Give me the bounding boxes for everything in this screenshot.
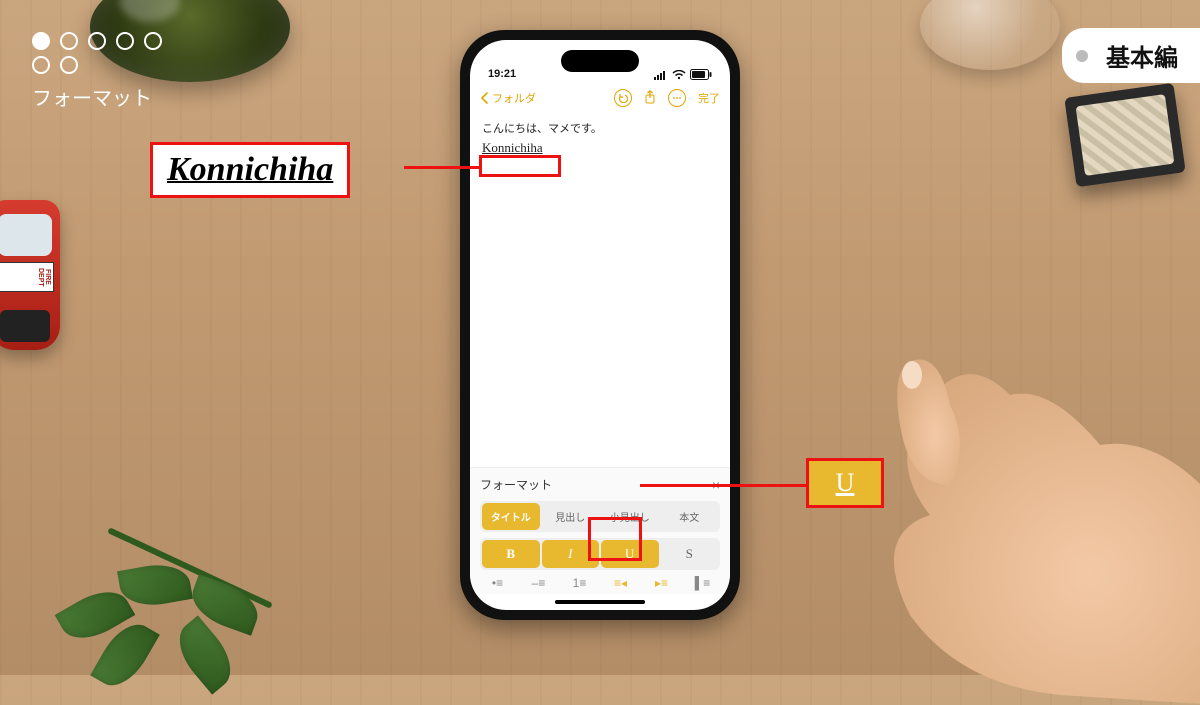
chapter-label: 基本編: [1106, 45, 1178, 72]
back-label: フォルダ: [492, 90, 536, 106]
strike-button[interactable]: S: [661, 540, 719, 568]
wifi-icon: [672, 70, 686, 80]
style-title-button[interactable]: タイトル: [482, 503, 540, 530]
list-alignment-row: •≡ –≡ 1≡ ≡◂ ▸≡ ▌≡: [480, 576, 720, 590]
battery-icon: [690, 69, 712, 80]
progress-indicator: フォーマット: [32, 32, 162, 111]
block-quote-button[interactable]: ▌≡: [685, 576, 720, 590]
progress-dot: [32, 56, 50, 74]
pill-bullet-icon: [1076, 50, 1088, 62]
progress-dot: [32, 32, 50, 50]
prop-toy-car: FIRE DEPT: [0, 200, 60, 350]
more-button[interactable]: [668, 89, 686, 107]
dashed-list-button[interactable]: –≡: [521, 576, 556, 590]
highlight-note-word: [479, 155, 561, 177]
note-formatted-word: Konnichiha: [482, 140, 543, 155]
chapter-pill: 基本編: [1062, 28, 1200, 83]
prop-leaves: [60, 525, 340, 685]
share-icon: [644, 90, 656, 104]
bulleted-list-button[interactable]: •≡: [480, 576, 515, 590]
callout-word-zoom: Konnichiha: [150, 142, 350, 198]
bold-button[interactable]: B: [482, 540, 540, 568]
highlight-underline-button: [588, 517, 642, 561]
note-line: こんにちは、マメです。: [482, 120, 718, 136]
connector-line: [640, 484, 810, 487]
back-button[interactable]: フォルダ: [480, 90, 536, 106]
undo-icon: [618, 93, 628, 103]
progress-dot: [60, 56, 78, 74]
toy-car-label: FIRE DEPT: [0, 262, 54, 292]
status-time: 19:21: [488, 68, 516, 80]
indent-left-button[interactable]: ≡◂: [603, 576, 638, 590]
connector-line: [404, 166, 479, 169]
progress-label: フォーマット: [32, 82, 162, 111]
indent-right-button[interactable]: ▸≡: [644, 576, 679, 590]
dynamic-island: [561, 50, 639, 72]
numbered-list-button[interactable]: 1≡: [562, 576, 597, 590]
format-title: フォーマット: [480, 476, 552, 493]
prop-stamp-pad: [1064, 83, 1185, 187]
notes-navbar: フォルダ 完了: [470, 82, 730, 114]
ellipsis-icon: [672, 93, 682, 103]
callout-underline-zoom: U: [806, 458, 884, 508]
style-body-button[interactable]: 本文: [661, 503, 719, 530]
undo-button[interactable]: [614, 89, 632, 107]
prop-clear-glass: [920, 0, 1060, 70]
home-indicator: [555, 600, 645, 604]
chevron-left-icon: [480, 92, 490, 104]
progress-dot: [88, 32, 106, 50]
progress-dot: [144, 32, 162, 50]
progress-dot: [60, 32, 78, 50]
share-button[interactable]: [644, 90, 656, 107]
progress-dot: [116, 32, 134, 50]
done-button[interactable]: 完了: [698, 90, 720, 106]
signal-icon: [654, 70, 668, 80]
